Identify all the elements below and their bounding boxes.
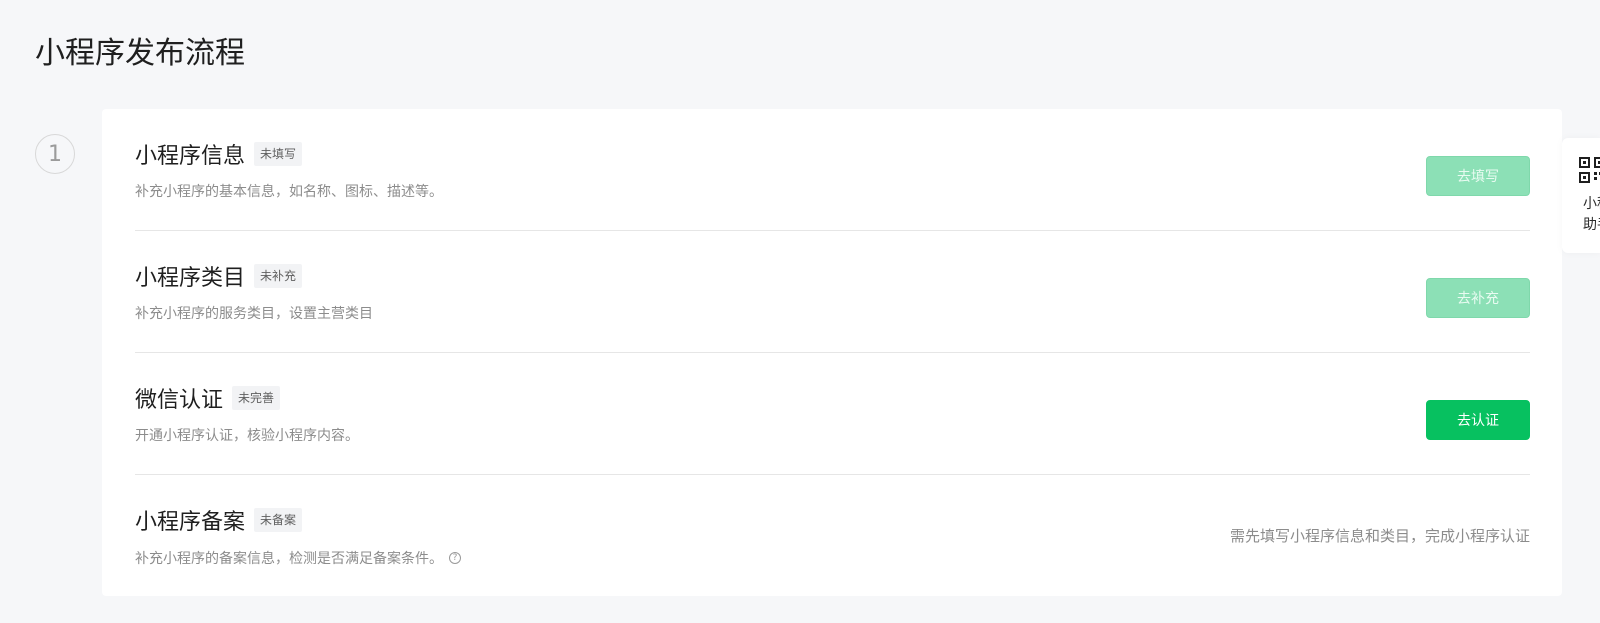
item-title-row: 小程序信息 未填写 bbox=[135, 139, 303, 169]
description-text: 开通小程序认证，核验小程序内容。 bbox=[135, 428, 359, 444]
description-text: 补充小程序的备案信息，检测是否满足备案条件。 bbox=[135, 551, 443, 567]
step-item-filing: 小程序备案 未备案 补充小程序的备案信息，检测是否满足备案条件。 ? 需先填写小… bbox=[135, 475, 1530, 599]
fill-info-button[interactable]: 去填写 bbox=[1426, 156, 1530, 196]
mini-program-assistant[interactable]: 小程 助手 bbox=[1562, 138, 1600, 253]
qr-code-icon bbox=[1579, 157, 1600, 183]
item-title: 小程序信息 bbox=[135, 144, 246, 169]
step-item-wechat-verification: 微信认证 未完善 开通小程序认证，核验小程序内容。 去认证 bbox=[135, 353, 1530, 477]
status-badge: 未备案 bbox=[254, 508, 303, 532]
page-title: 小程序发布流程 bbox=[35, 36, 245, 71]
item-title-row: 小程序类目 未补充 bbox=[135, 261, 303, 291]
step-number: 1 bbox=[35, 134, 75, 174]
filing-requirement-note: 需先填写小程序信息和类目，完成小程序认证 bbox=[1229, 527, 1530, 545]
status-badge: 未填写 bbox=[254, 142, 303, 166]
verify-button[interactable]: 去认证 bbox=[1426, 400, 1530, 440]
item-title: 小程序类目 bbox=[135, 266, 246, 291]
description-text: 补充小程序的基本信息，如名称、图标、描述等。 bbox=[135, 184, 443, 200]
item-description: 补充小程序的服务类目，设置主营类目 bbox=[135, 303, 373, 323]
item-description: 补充小程序的基本信息，如名称、图标、描述等。 bbox=[135, 181, 443, 201]
item-description: 补充小程序的备案信息，检测是否满足备案条件。 ? bbox=[135, 548, 461, 568]
step-item-category: 小程序类目 未补充 补充小程序的服务类目，设置主营类目 去补充 bbox=[135, 231, 1530, 355]
item-title: 小程序备案 bbox=[135, 510, 246, 535]
step-item-mini-program-info: 小程序信息 未填写 补充小程序的基本信息，如名称、图标、描述等。 去填写 bbox=[135, 109, 1530, 233]
item-description: 开通小程序认证，核验小程序内容。 bbox=[135, 425, 359, 445]
help-icon[interactable]: ? bbox=[449, 552, 461, 564]
item-title-row: 微信认证 未完善 bbox=[135, 383, 281, 413]
item-title: 微信认证 bbox=[135, 388, 224, 413]
item-title-row: 小程序备案 未备案 bbox=[135, 505, 303, 535]
status-badge: 未完善 bbox=[232, 386, 281, 410]
publish-steps-card: 小程序信息 未填写 补充小程序的基本信息，如名称、图标、描述等。 去填写 小程序… bbox=[102, 109, 1562, 596]
status-badge: 未补充 bbox=[254, 264, 303, 288]
add-category-button[interactable]: 去补充 bbox=[1426, 278, 1530, 318]
description-text: 补充小程序的服务类目，设置主营类目 bbox=[135, 306, 373, 322]
assistant-label: 小程 助手 bbox=[1583, 196, 1600, 233]
